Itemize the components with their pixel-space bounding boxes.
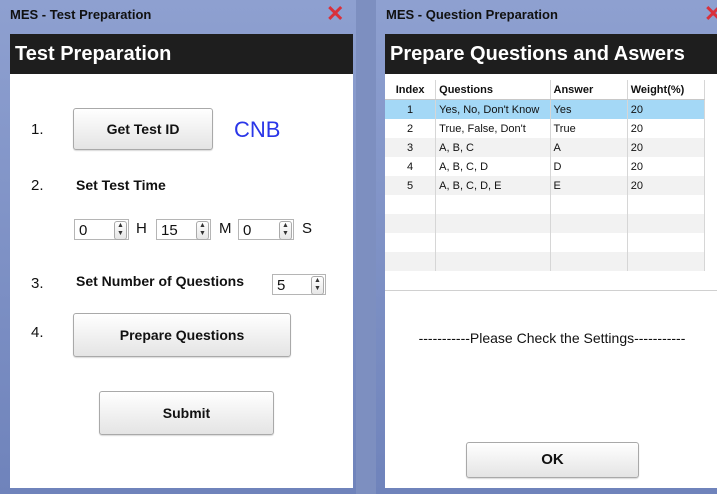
status-message: -----------Please Check the Settings----… [418, 330, 686, 346]
row-answer: E [550, 176, 628, 195]
test-preparation-panel: Test Preparation 1. Get Test ID CNB 2. S… [10, 34, 353, 488]
prepare-questions-button[interactable]: Prepare Questions [73, 313, 291, 357]
step-2-number: 2. [31, 177, 44, 194]
row-index: 5 [385, 176, 437, 195]
spinner-arrows-icon[interactable]: ▲ ▼ [196, 221, 209, 240]
minutes-spinner[interactable]: 15 ▲ ▼ [156, 219, 211, 240]
empty-row [385, 195, 706, 214]
seconds-value: 0 [243, 222, 252, 239]
step-3-number: 3. [31, 275, 44, 292]
table-row[interactable]: 3 A, B, C A 20 [385, 138, 706, 157]
table-row[interactable]: 2 True, False, Don't True 20 [385, 119, 706, 138]
question-count-value: 5 [277, 277, 286, 294]
window-title: MES - Test Preparation [10, 7, 152, 22]
questions-table: Index Questions Answer Weight(%) 1 Yes, … [385, 80, 706, 271]
row-index: 3 [385, 138, 437, 157]
spinner-arrows-icon[interactable]: ▲ ▼ [279, 221, 292, 240]
row-answer: Yes [550, 99, 628, 119]
row-weight: 20 [627, 99, 706, 119]
column-header-answer[interactable]: Answer [550, 80, 628, 100]
submit-button[interactable]: Submit [99, 391, 274, 435]
title-bar: MES - Question Preparation ✕ [376, 0, 717, 30]
row-weight: 20 [627, 138, 706, 157]
column-header-index[interactable]: Index [385, 80, 437, 100]
ok-button[interactable]: OK [466, 442, 639, 478]
row-answer: A [550, 138, 628, 157]
row-index: 2 [385, 119, 437, 138]
table-header-row: Index Questions Answer Weight(%) [385, 80, 706, 100]
minutes-unit: M [219, 220, 232, 237]
row-question: A, B, C, D [435, 157, 551, 176]
seconds-unit: S [302, 220, 313, 237]
step-4-number: 4. [31, 324, 44, 341]
table-bottom-divider [385, 290, 717, 291]
row-index: 4 [385, 157, 437, 176]
page-title: Prepare Questions and Aswers [385, 34, 717, 74]
minutes-value: 15 [161, 222, 178, 239]
row-answer: D [550, 157, 628, 176]
empty-row [385, 233, 706, 252]
table-row[interactable]: 4 A, B, C, D D 20 [385, 157, 706, 176]
step-1-number: 1. [31, 121, 44, 138]
row-weight: 20 [627, 119, 706, 138]
hours-unit: H [136, 220, 147, 237]
row-question: True, False, Don't [435, 119, 551, 138]
row-weight: 20 [627, 176, 706, 195]
row-answer: True [550, 119, 628, 138]
test-preparation-window: MES - Test Preparation ✕ Test Preparatio… [0, 0, 356, 494]
title-bar: MES - Test Preparation ✕ [0, 0, 356, 30]
row-question: A, B, C, D, E [435, 176, 551, 195]
get-test-id-button[interactable]: Get Test ID [73, 108, 213, 150]
close-icon[interactable]: ✕ [704, 2, 717, 26]
question-preparation-panel: Prepare Questions and Aswers Index Quest… [385, 34, 717, 488]
page-title: Test Preparation [10, 34, 353, 74]
spinner-arrows-icon[interactable]: ▲ ▼ [311, 276, 324, 295]
empty-row [385, 214, 706, 233]
spinner-arrows-icon[interactable]: ▲ ▼ [114, 221, 127, 240]
row-index: 1 [385, 99, 437, 119]
hours-value: 0 [79, 222, 88, 239]
question-preparation-window: MES - Question Preparation ✕ Prepare Que… [376, 0, 717, 494]
table-row[interactable]: 5 A, B, C, D, E E 20 [385, 176, 706, 195]
column-header-questions[interactable]: Questions [435, 80, 551, 100]
column-header-weight[interactable]: Weight(%) [627, 80, 706, 100]
close-icon[interactable]: ✕ [326, 2, 344, 26]
row-weight: 20 [627, 157, 706, 176]
window-title: MES - Question Preparation [386, 7, 558, 22]
hours-spinner[interactable]: 0 ▲ ▼ [74, 219, 129, 240]
seconds-spinner[interactable]: 0 ▲ ▼ [238, 219, 294, 240]
question-count-spinner[interactable]: 5 ▲ ▼ [272, 274, 326, 295]
empty-row [385, 252, 706, 271]
table-row[interactable]: 1 Yes, No, Don't Know Yes 20 [385, 99, 706, 119]
row-question: A, B, C [435, 138, 551, 157]
test-id-value: CNB [234, 117, 281, 142]
set-number-of-questions-label: Set Number of Questions [76, 273, 245, 289]
row-question: Yes, No, Don't Know [435, 99, 551, 119]
set-test-time-label: Set Test Time [76, 177, 166, 193]
